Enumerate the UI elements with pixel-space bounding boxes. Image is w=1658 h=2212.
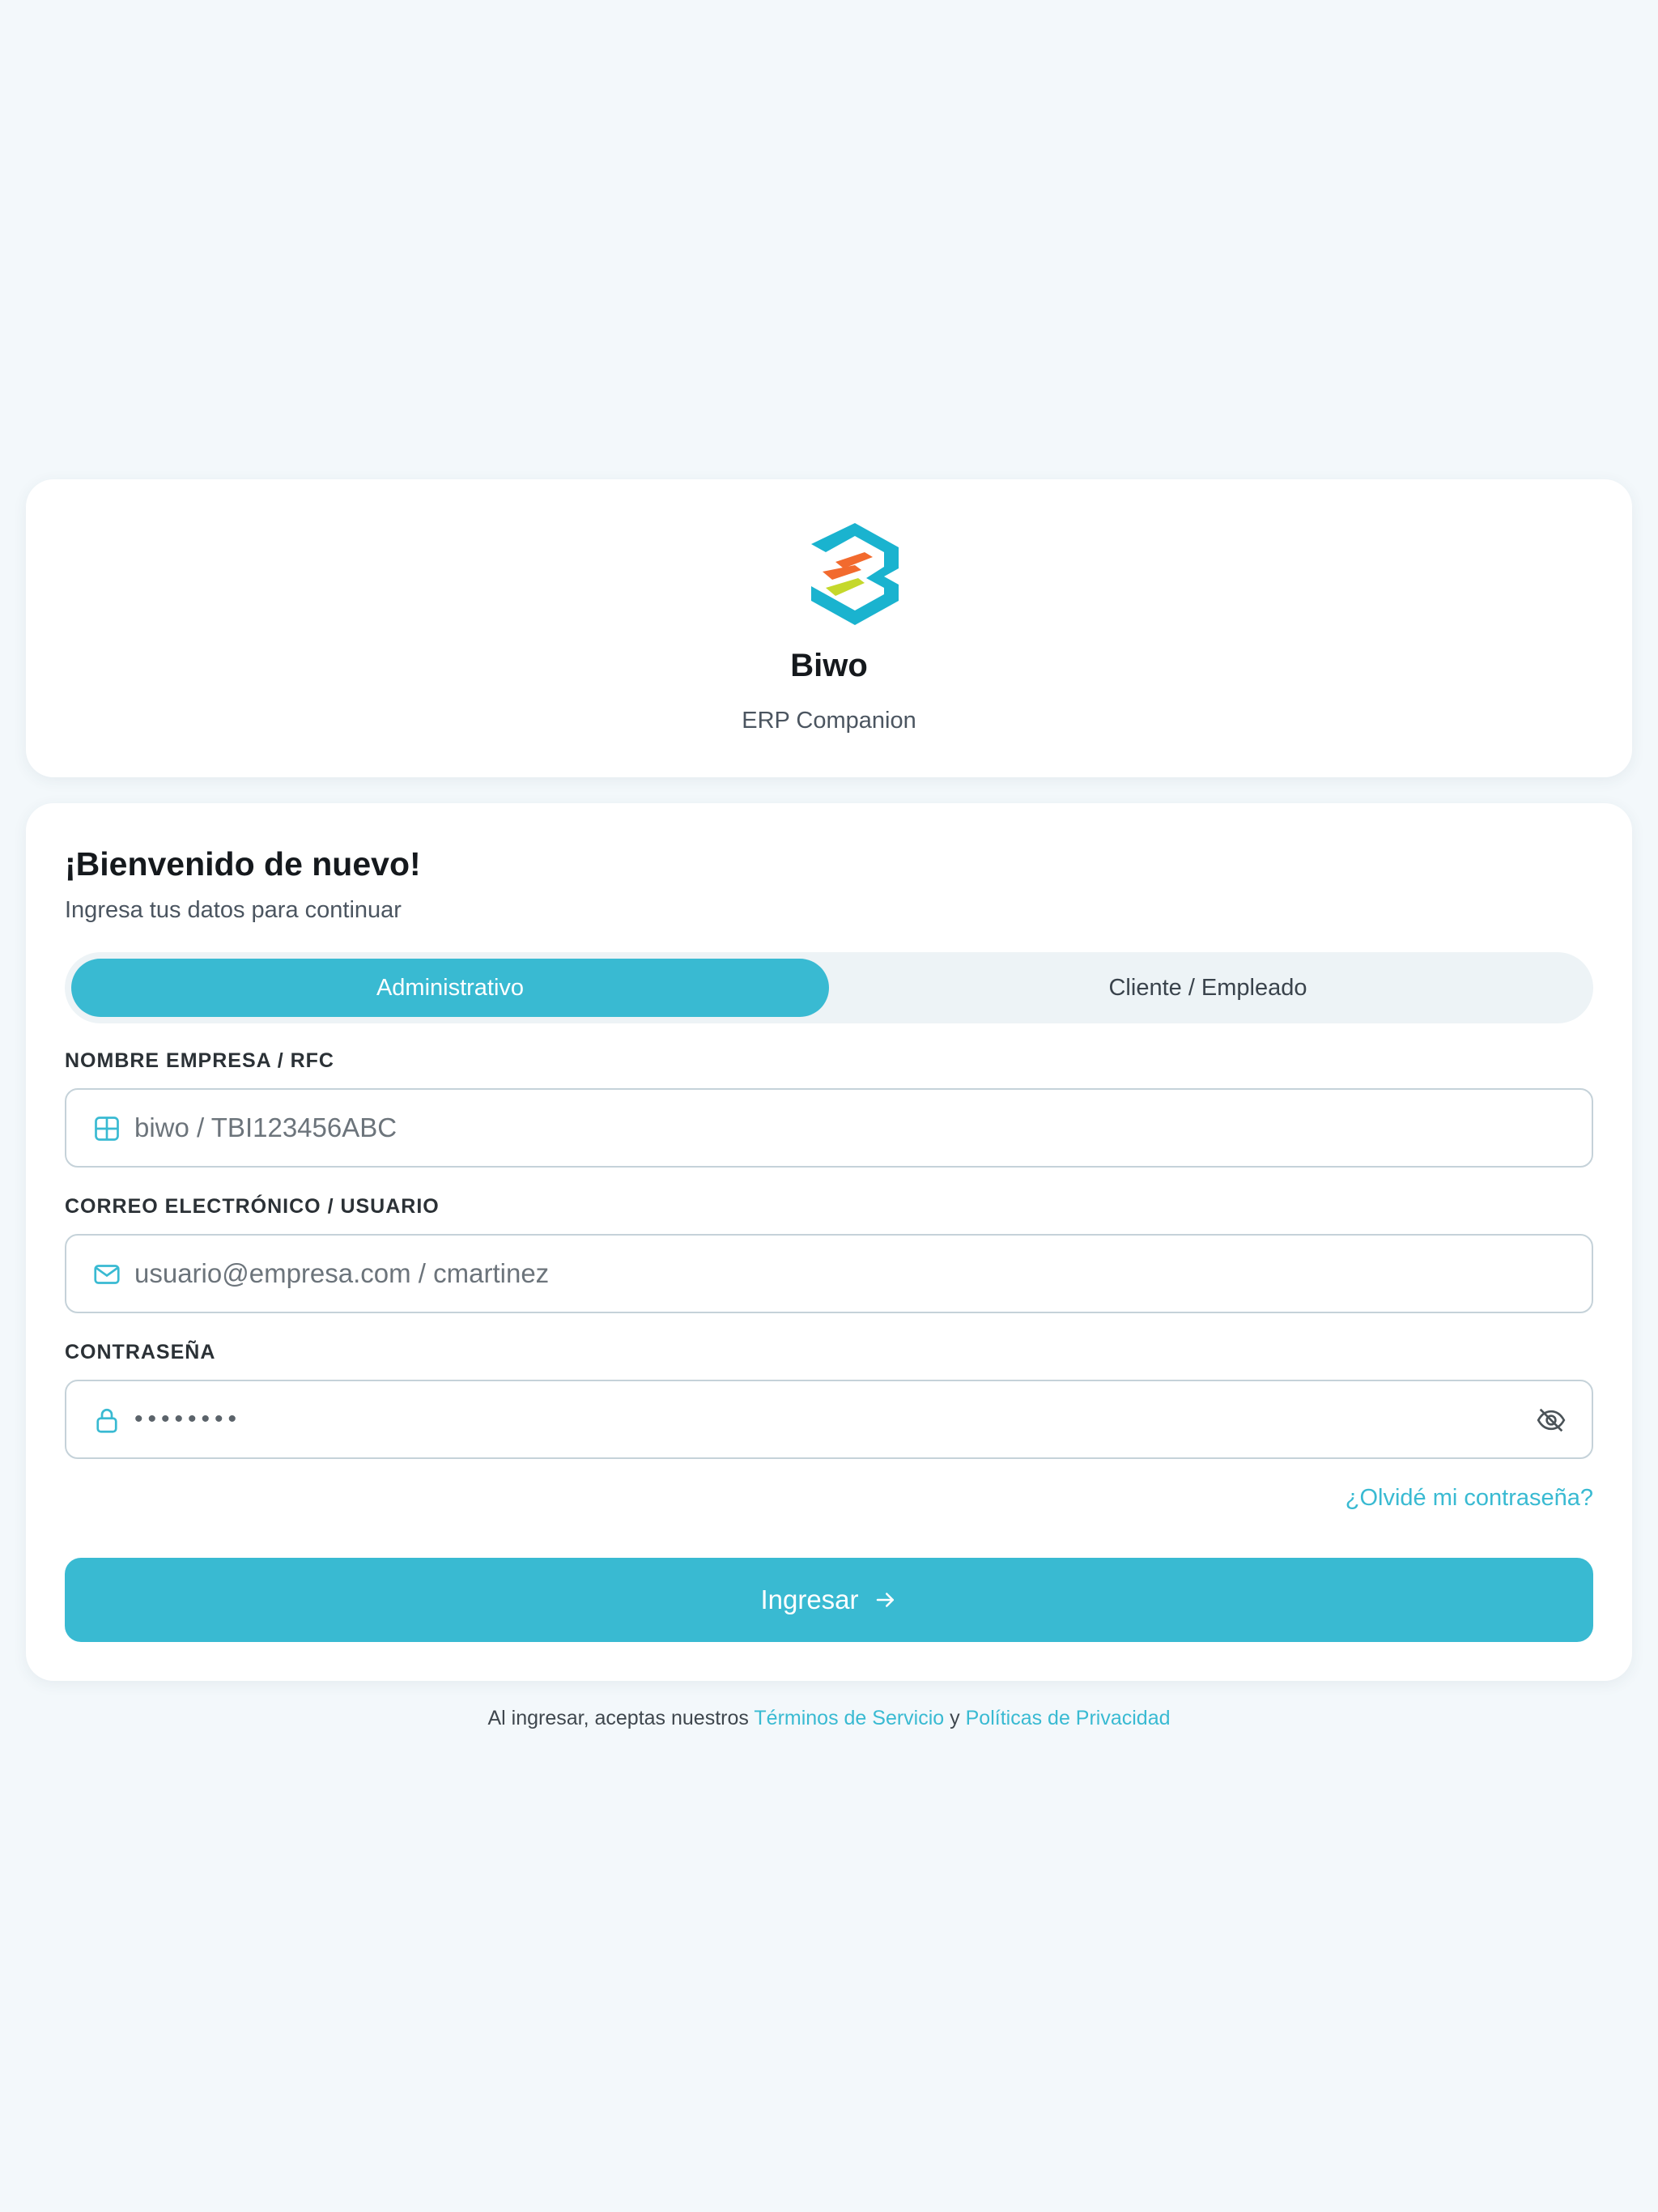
mail-icon bbox=[94, 1265, 120, 1284]
email-input[interactable] bbox=[134, 1236, 1511, 1312]
terms-link[interactable]: Términos de Servicio bbox=[754, 1707, 944, 1729]
submit-label: Ingresar bbox=[760, 1585, 859, 1614]
terms-note: Al ingresar, aceptas nuestros Términos d… bbox=[0, 1707, 1658, 1730]
privacy-link[interactable]: Políticas de Privacidad bbox=[966, 1707, 1171, 1729]
tab-cliente-empleado[interactable]: Cliente / Empleado bbox=[829, 959, 1587, 1017]
forgot-password-link[interactable]: ¿Olvidé mi contraseña? bbox=[1346, 1485, 1593, 1512]
lock-icon bbox=[96, 1408, 117, 1433]
email-label: CORREO ELECTRÓNICO / USUARIO bbox=[65, 1195, 440, 1218]
email-field bbox=[65, 1234, 1593, 1313]
login-card: ¡Bienvenido de nuevo! Ingresa tus datos … bbox=[26, 803, 1632, 1681]
company-field bbox=[65, 1088, 1593, 1168]
terms-prefix: Al ingresar, aceptas nuestros bbox=[487, 1707, 749, 1729]
welcome-title: ¡Bienvenido de nuevo! bbox=[65, 845, 421, 883]
biwo-logo bbox=[811, 523, 899, 625]
password-field[interactable]: •••••••• bbox=[65, 1380, 1593, 1459]
company-input[interactable] bbox=[134, 1090, 1511, 1166]
password-masked-value: •••••••• bbox=[134, 1406, 242, 1432]
brand-name: Biwo bbox=[790, 648, 868, 683]
password-label: CONTRASEÑA bbox=[65, 1341, 216, 1363]
login-submit-button[interactable]: Ingresar bbox=[65, 1558, 1593, 1642]
arrow-right-icon bbox=[876, 1593, 894, 1607]
company-label: NOMBRE EMPRESA / RFC bbox=[65, 1049, 334, 1072]
eye-off-icon[interactable] bbox=[1535, 1404, 1567, 1436]
terms-conjunction: y bbox=[950, 1707, 960, 1729]
welcome-subtitle: Ingresa tus datos para continuar bbox=[65, 897, 402, 923]
brand-tagline: ERP Companion bbox=[742, 708, 916, 734]
brand-card: Biwo ERP Companion bbox=[26, 479, 1632, 777]
tab-administrativo[interactable]: Administrativo bbox=[71, 959, 829, 1017]
login-type-tabs: Administrativo Cliente / Empleado bbox=[65, 952, 1593, 1023]
grid-icon bbox=[95, 1117, 119, 1141]
